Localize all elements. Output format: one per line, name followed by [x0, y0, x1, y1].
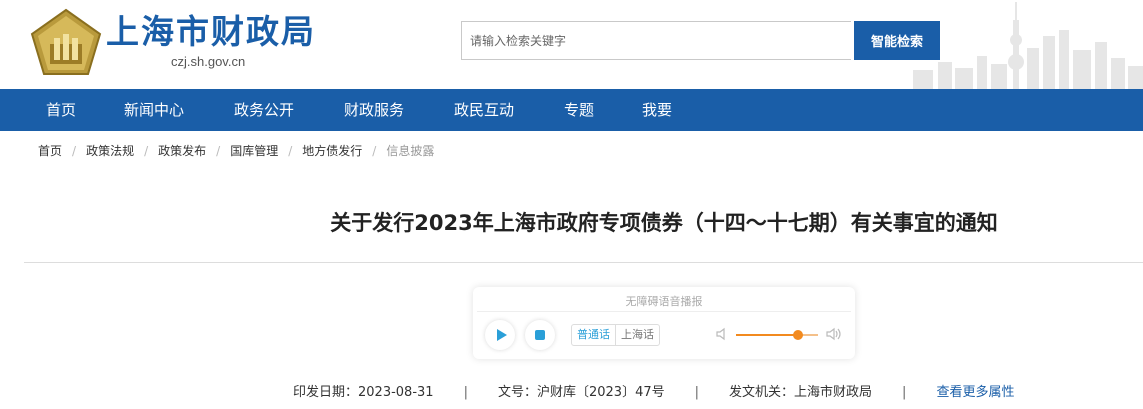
- nav-item-interaction[interactable]: 政民互动: [454, 89, 514, 131]
- issue-date-label: 印发日期：: [293, 385, 359, 400]
- breadcrumb-separator: /: [216, 144, 221, 158]
- nav-item-i-want[interactable]: 我要: [642, 89, 672, 131]
- breadcrumb-disclosure: 信息披露: [386, 144, 435, 158]
- play-icon[interactable]: [485, 320, 515, 350]
- search-input[interactable]: [461, 21, 851, 60]
- meta-separator: |: [902, 385, 907, 400]
- breadcrumb-treasury[interactable]: 国库管理: [230, 142, 278, 159]
- player-divider: [477, 311, 851, 312]
- lang-mandarin-button[interactable]: 普通话: [572, 325, 616, 345]
- site-title[interactable]: 上海市财政局: [106, 12, 316, 52]
- article-title: 关于发行2023年上海市政府专项债券（十四～十七期）有关事宜的通知: [330, 211, 998, 235]
- emblem-logo-icon[interactable]: [28, 8, 104, 80]
- nav-item-home[interactable]: 首页: [46, 89, 76, 131]
- breadcrumb-local-bonds[interactable]: 地方债发行: [302, 142, 362, 159]
- language-toggle: 普通话 上海话: [571, 324, 660, 346]
- nav-item-government-affairs[interactable]: 政务公开: [234, 89, 294, 131]
- city-skyline-decoration: [913, 2, 1143, 89]
- more-attributes-link[interactable]: 查看更多属性: [936, 384, 1014, 402]
- meta-separator: |: [694, 385, 700, 400]
- audio-player: 无障碍语音播报 普通话 上海话: [473, 287, 855, 359]
- volume-low-icon[interactable]: [715, 327, 729, 341]
- breadcrumb-separator: /: [288, 144, 293, 158]
- title-divider: [24, 262, 1143, 263]
- breadcrumb-policy[interactable]: 政策法规: [86, 142, 134, 159]
- issuer-label: 发文机关：: [729, 385, 795, 400]
- volume-fill: [736, 334, 798, 336]
- breadcrumb-separator: /: [372, 144, 377, 158]
- breadcrumb-separator: /: [72, 144, 77, 158]
- site-header: 上海市财政局 czj.sh.gov.cn 智能检索: [0, 0, 1143, 89]
- nav-item-news[interactable]: 新闻中心: [124, 89, 184, 131]
- nav-item-finance-services[interactable]: 财政服务: [344, 89, 404, 131]
- stop-icon[interactable]: [525, 320, 555, 350]
- issuer: 上海市财政局: [794, 385, 873, 400]
- main-nav: 首页 新闻中心 政务公开 财政服务 政民互动 专题 我要: [0, 89, 1143, 131]
- doc-number: 沪财库〔2023〕47号: [536, 385, 665, 400]
- meta-separator: |: [463, 385, 468, 400]
- breadcrumb-policy-release[interactable]: 政策发布: [158, 142, 206, 159]
- breadcrumb-home[interactable]: 首页: [38, 142, 62, 159]
- document-meta: 印发日期：2023-08-31 | 文号：沪财库〔2023〕47号 | 发文机关：上海市…: [293, 384, 1014, 402]
- issue-date: 2023-08-31: [358, 385, 434, 400]
- volume-knob[interactable]: [792, 330, 803, 340]
- nav-item-topics[interactable]: 专题: [564, 89, 594, 131]
- volume-slider[interactable]: [736, 330, 818, 340]
- doc-number-label: 文号：: [497, 385, 537, 400]
- site-domain: czj.sh.gov.cn: [171, 54, 246, 69]
- breadcrumb-separator: /: [144, 144, 149, 158]
- breadcrumb: 首页 / 政策法规 / 政策发布 / 国库管理 / 地方债发行 / 信息披露: [38, 142, 434, 159]
- volume-high-icon[interactable]: [825, 327, 843, 341]
- lang-shanghainese-button[interactable]: 上海话: [616, 325, 659, 345]
- player-title: 无障碍语音播报: [625, 295, 703, 308]
